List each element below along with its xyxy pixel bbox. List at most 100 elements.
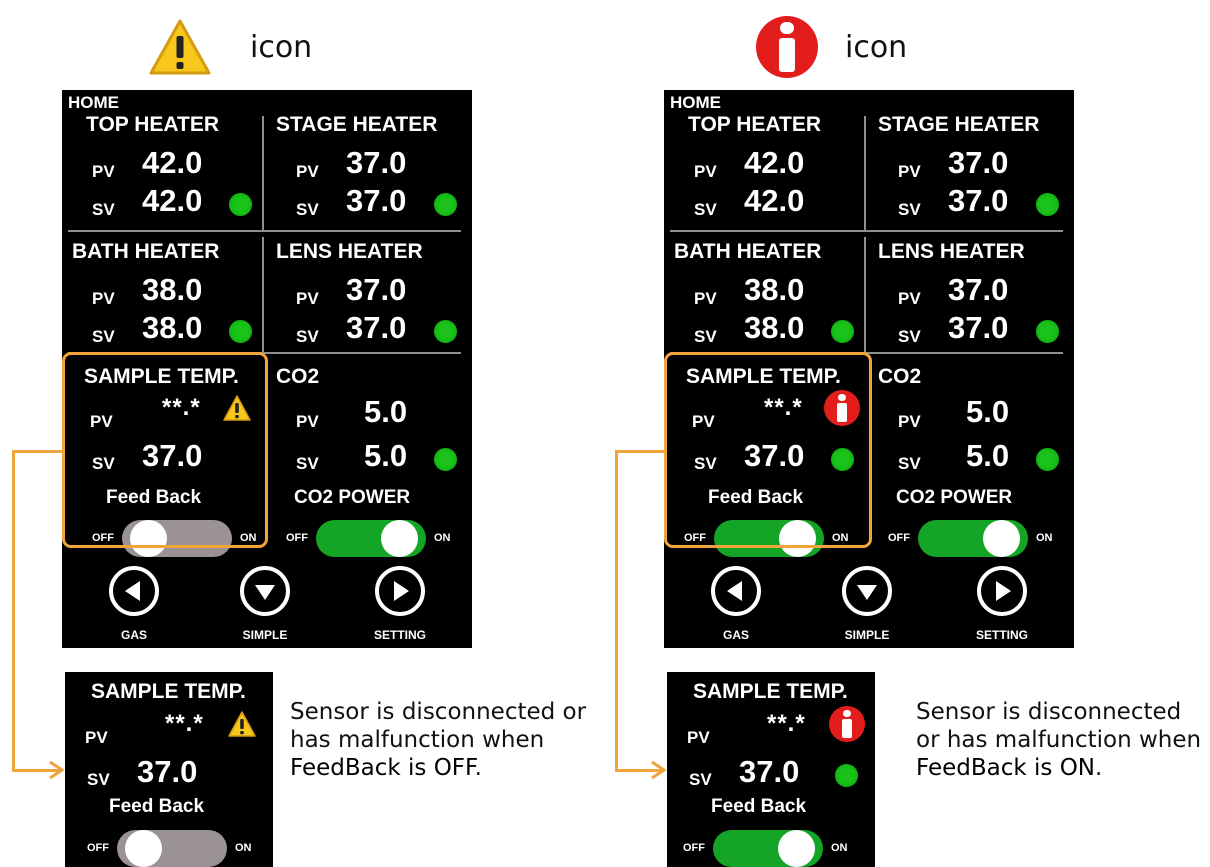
co2-power-toggle[interactable]: OFF ON	[286, 520, 466, 557]
feedback-label: Feed Back	[711, 796, 807, 817]
bath-heater-pv: 38.0	[142, 272, 203, 307]
simple-nav-button[interactable]	[240, 566, 290, 616]
co2-title: CO2	[276, 365, 320, 388]
sample-temp-zoom-right: SAMPLE TEMP. PV **.* SV 37.0 Feed Back O…	[667, 672, 875, 867]
pv-label: PV	[296, 162, 319, 181]
feedback-label: Feed Back	[109, 796, 205, 817]
status-ok-indicator	[1036, 320, 1059, 343]
pv-label: PV	[85, 728, 108, 747]
status-ok-indicator	[1036, 193, 1059, 216]
pv-label: PV	[92, 162, 115, 181]
pv-label: PV	[687, 728, 710, 747]
sample-temp-title: SAMPLE TEMP.	[91, 680, 246, 703]
co2-sv: 5.0	[966, 438, 1010, 473]
status-ok-indicator	[434, 448, 457, 471]
top-heater-sv: 42.0	[744, 183, 805, 218]
bath-heater-title: BATH HEATER	[72, 240, 220, 263]
top-heater-title: TOP HEATER	[688, 113, 822, 136]
toggle-knob[interactable]	[778, 830, 815, 867]
status-ok-indicator	[1036, 448, 1059, 471]
gas-nav-button[interactable]	[711, 566, 761, 616]
co2-power-label: CO2 POWER	[294, 487, 411, 508]
explanation-left: Sensor is disconnected or has malfunctio…	[290, 699, 587, 781]
feedback-toggle[interactable]: OFF ON	[87, 830, 267, 867]
arrow-right-icon	[651, 760, 666, 780]
explanation-right: Sensor is disconnected or has malfunctio…	[916, 699, 1202, 781]
explanation-text: Sensor is disconnected or has malfunctio…	[290, 699, 587, 753]
stage-heater-title: STAGE HEATER	[276, 113, 438, 136]
setting-nav-label: SETTING	[975, 628, 1028, 642]
gas-nav-label: GAS	[120, 628, 147, 642]
co2-panel: CO2 PV 5.0 SV 5.0 CO2 POWER OFF ON	[266, 342, 466, 557]
status-ok-indicator	[229, 193, 252, 216]
sample-temp-title: SAMPLE TEMP.	[693, 680, 848, 703]
arrow-down-icon	[255, 585, 275, 600]
pv-label: PV	[296, 412, 319, 431]
sample-temp-highlight-left	[62, 352, 268, 548]
explanation-text: Sensor is disconnected or has malfunctio…	[916, 699, 1202, 753]
pv-label: PV	[898, 289, 921, 308]
pv-label: PV	[898, 162, 921, 181]
toggle-off-label: OFF	[888, 532, 910, 544]
bath-heater-title: BATH HEATER	[674, 240, 822, 263]
gas-nav-button[interactable]	[109, 566, 159, 616]
co2-pv: 5.0	[966, 394, 1010, 429]
sample-temp-pv: **.*	[767, 710, 806, 737]
simple-nav-label: SIMPLE	[242, 628, 288, 642]
toggle-knob[interactable]	[983, 520, 1020, 557]
bath-heater-sv: 38.0	[744, 310, 805, 345]
sample-temp-pv: **.*	[165, 710, 204, 737]
stage-heater-sv: 37.0	[346, 183, 407, 218]
lens-heater-title: LENS HEATER	[276, 240, 423, 263]
pv-label: PV	[898, 412, 921, 431]
setting-nav-button[interactable]	[375, 566, 425, 616]
top-heater-pv: 42.0	[744, 145, 805, 180]
info-circle-icon	[829, 706, 865, 742]
feedback-toggle[interactable]: OFF ON	[683, 830, 863, 867]
lens-heater-title: LENS HEATER	[878, 240, 1025, 263]
arrow-left-icon	[727, 581, 742, 601]
sv-label: SV	[689, 770, 712, 789]
bath-heater-pv: 38.0	[744, 272, 805, 307]
pv-label: PV	[296, 289, 319, 308]
setting-nav-button[interactable]	[977, 566, 1027, 616]
co2-pv: 5.0	[364, 394, 408, 429]
co2-power-label: CO2 POWER	[896, 487, 1013, 508]
sv-label: SV	[898, 454, 921, 473]
arrow-right-icon	[49, 760, 64, 780]
caption-left: icon	[250, 30, 313, 65]
top-heater-pv: 42.0	[142, 145, 203, 180]
status-ok-indicator	[229, 320, 252, 343]
top-heater-sv: 42.0	[142, 183, 203, 218]
toggle-knob[interactable]	[381, 520, 418, 557]
pv-label: PV	[92, 289, 115, 308]
explanation-highlight: FeedBack is ON	[916, 755, 1096, 781]
pv-label: PV	[694, 289, 717, 308]
status-ok-indicator	[835, 764, 858, 787]
bath-heater-sv: 38.0	[142, 310, 203, 345]
toggle-off-label: OFF	[286, 532, 308, 544]
stage-heater-title: STAGE HEATER	[878, 113, 1040, 136]
simple-nav-button[interactable]	[842, 566, 892, 616]
info-circle-icon	[756, 16, 818, 78]
sv-label: SV	[87, 770, 110, 789]
stage-heater-sv: 37.0	[948, 183, 1009, 218]
arrow-left-icon	[125, 581, 140, 601]
co2-panel: CO2 PV 5.0 SV 5.0 CO2 POWER OFF ON	[868, 342, 1068, 557]
lens-heater-sv: 37.0	[346, 310, 407, 345]
top-heater-title: TOP HEATER	[86, 113, 220, 136]
co2-power-toggle[interactable]: OFF ON	[888, 520, 1068, 557]
toggle-knob[interactable]	[125, 830, 162, 867]
warning-triangle-icon	[228, 711, 256, 737]
stage-heater-pv: 37.0	[948, 145, 1009, 180]
explanation-highlight: FeedBack is OFF	[290, 755, 475, 781]
lens-heater-pv: 37.0	[948, 272, 1009, 307]
simple-nav-label: SIMPLE	[844, 628, 890, 642]
lens-heater-pv: 37.0	[346, 272, 407, 307]
status-ok-indicator	[434, 193, 457, 216]
arrow-down-icon	[857, 585, 877, 600]
co2-title: CO2	[878, 365, 922, 388]
arrow-right-icon	[394, 581, 409, 601]
toggle-off-label: OFF	[87, 842, 109, 854]
caption-right: icon	[845, 30, 908, 65]
